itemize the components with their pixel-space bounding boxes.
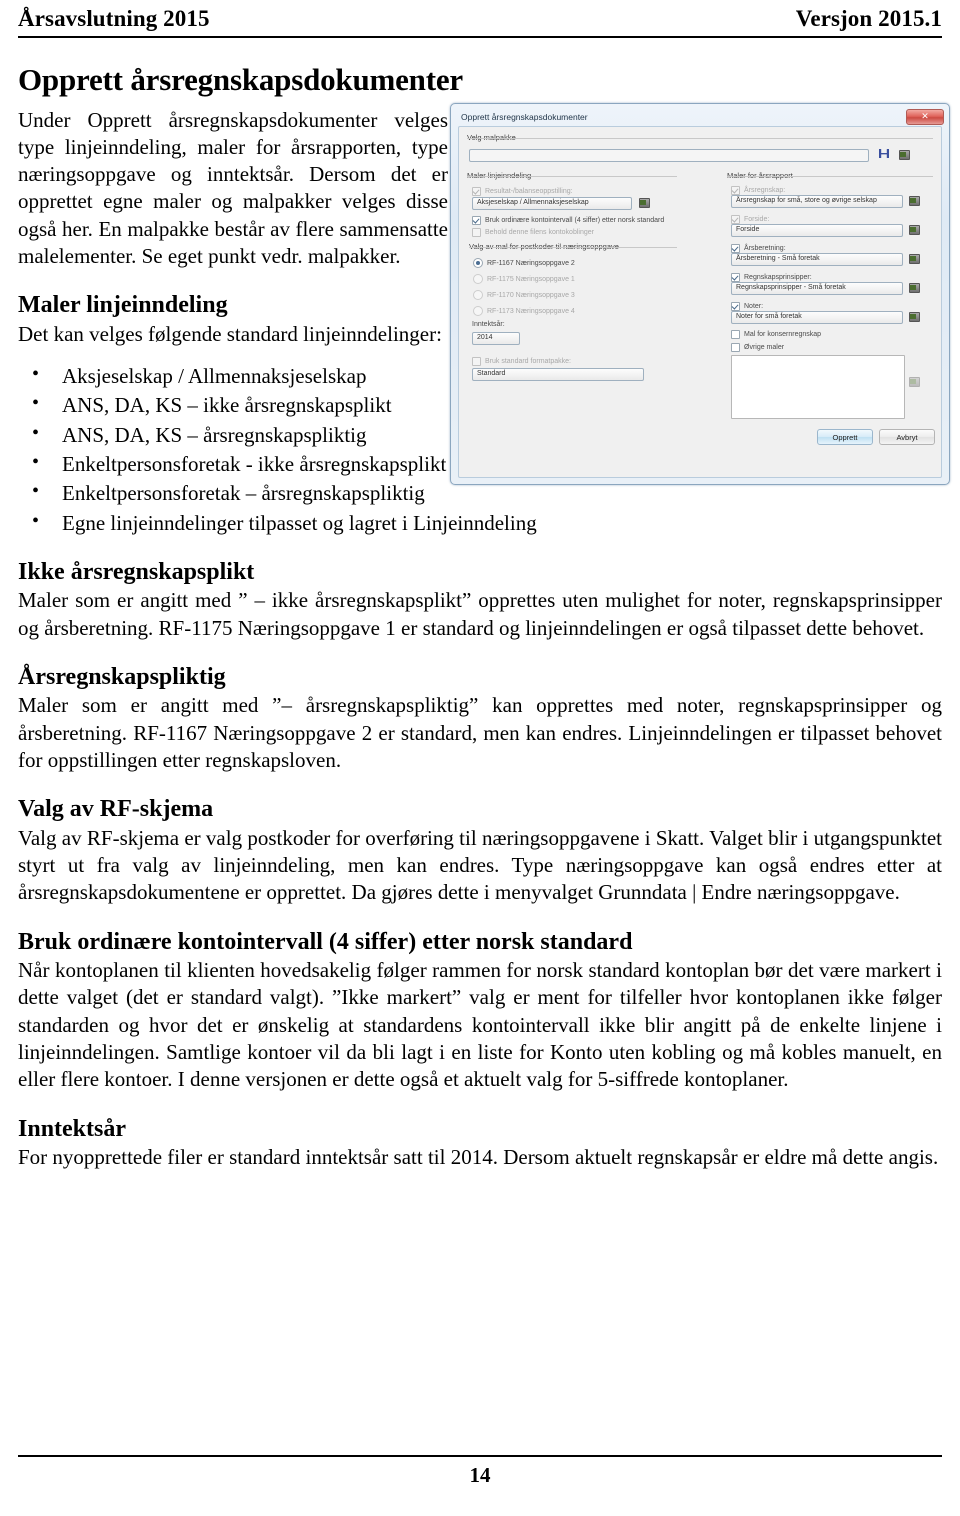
ovrige-maler-checkbox[interactable]: Øvrige maler [731,343,784,352]
regnskapsprinsipper-checkbox[interactable]: Regnskapsprinsipper: [731,273,812,282]
checkbox-icon [731,330,740,339]
heading-inntektsaar: Inntektsår [18,1115,127,1142]
postkoder-group: Valg av mal for postkoder til næringsopp… [469,242,677,252]
footer-divider [18,1455,942,1457]
page-footer: 14 [18,1455,942,1488]
radio-icon [473,306,483,316]
behold-kontokoblinger-checkbox[interactable]: Behold denne filens kontokoblinger [472,228,594,237]
group-divider [467,138,933,139]
resultat-balanse-label: Resultat-/balanseoppstilling: [485,188,573,195]
arsregnskap-checkbox[interactable]: Årsregnskap: [731,186,785,195]
forside-combo[interactable]: Forside [731,224,903,237]
arsregnskap-browse-icon[interactable] [909,194,920,206]
noter-checkbox[interactable]: Noter: [731,302,763,311]
malpakke-combo[interactable] [469,149,869,162]
radio-rf-1175-label: RF-1175 Næringsoppgave 1 [487,275,575,283]
radio-rf-1170[interactable]: RF-1170 Næringsoppgave 3 [473,290,575,300]
velg-malpakke-group: Velg malpakke [467,133,933,143]
forside-label: Forside: [744,216,770,223]
checkbox-icon [731,343,740,352]
dialog-titlebar: Opprett årsregnskapsdokumenter ✕ [454,107,946,126]
page-title: Opprett årsregnskapsdokumenter [18,62,463,97]
inntektsaar-combo[interactable]: 2014 [472,332,520,345]
radio-rf-1167[interactable]: RF-1167 Næringsoppgave 2 [473,258,575,268]
checkbox-icon [731,244,740,253]
arsberetning-label: Årsberetning: [744,245,786,252]
kontointervall-checkbox[interactable]: Bruk ordinære kontointervall (4 siffer) … [472,216,664,225]
text-inntektsaar: For nyopprettede filer er standard innte… [18,1144,939,1169]
text-valg-av-rf-skjema: Valg av RF-skjema er valg postkoder for … [18,825,942,905]
heading-arsregnskapspliktig: Årsregnskapspliktig [18,664,226,691]
noter-combo[interactable]: Noter for små foretak [731,311,903,324]
checkbox-icon [731,273,740,282]
list-item: Enkeltpersonsforetak – årsregnskapsplikt… [18,478,942,507]
regnskapsprinsipper-browse-icon[interactable] [909,281,920,293]
checkbox-icon [472,187,481,196]
text-ikke-arsregnskapsplikt: Maler som er angitt med ” – ikke årsregn… [18,588,942,640]
heading-ikke-arsregnskapsplikt: Ikke årsregnskapsplikt [18,559,255,586]
list-item: ANS, DA, KS – årsregnskapspliktig [18,420,942,449]
radio-icon [473,290,483,300]
checkbox-icon [472,228,481,237]
noter-label: Noter: [744,303,764,310]
text-maler-linjeinndeling-intro: Det kan velges følgende standard linjein… [18,321,442,346]
heading-kontointervall: Bruk ordinære kontointervall (4 siffer) … [18,928,633,955]
linjeinndeling-list: Aksjeselskap / Allmennaksjeselskap ANS, … [18,361,942,537]
radio-icon [473,274,483,284]
group-divider [469,247,677,248]
save-icon[interactable] [879,148,890,159]
header-left-title: Årsavslutning 2015 [18,6,210,31]
document-page: Årsavslutning 2015 Versjon 2015.1 Oppret… [0,0,960,1516]
radio-rf-1173[interactable]: RF-1173 Næringsoppgave 4 [473,306,575,316]
konsernregnskap-label: Mal for konsernregnskap [744,331,822,338]
forside-browse-icon[interactable] [909,223,920,235]
group-divider [467,176,677,177]
list-item: Enkeltpersonsforetak - ikke årsregnskaps… [18,449,942,478]
checkbox-icon [731,186,740,195]
list-item: Aksjeselskap / Allmennaksjeselskap [18,361,942,390]
header-right-version: Versjon 2015.1 [795,6,942,31]
header-divider [18,36,942,38]
radio-rf-1173-label: RF-1173 Næringsoppgave 4 [487,307,575,315]
inntektsaar-label: Inntektsår: [472,321,505,328]
radio-rf-1175[interactable]: RF-1175 Næringsoppgave 1 [473,274,575,284]
group-divider [727,176,933,177]
page-number: 14 [469,1463,491,1487]
ovrige-maler-label: Øvrige maler [744,344,785,351]
radio-rf-1167-label: RF-1167 Næringsoppgave 2 [487,259,575,267]
intro-paragraph: Under Opprett årsregnskapsdokumenter vel… [18,107,448,269]
arsregnskap-combo[interactable]: Årsregnskap for små, store og øvrige sel… [731,195,903,208]
checkbox-icon [472,216,481,225]
behold-kontokoblinger-label: Behold denne filens kontokoblinger [485,229,594,236]
heading-valg-av-rf-skjema: Valg av RF-skjema [18,796,214,823]
arsberetning-browse-icon[interactable] [909,252,920,264]
checkbox-icon [731,215,740,224]
maler-linjeinndeling-group: Maler linjeinndeling [467,171,677,181]
linjeinndeling-browse-icon[interactable] [639,196,650,208]
arsregnskap-label: Årsregnskap: [744,187,786,194]
text-kontointervall: Når kontoplanen til klienten hovedsakeli… [18,958,942,1092]
kontointervall-label: Bruk ordinære kontointervall (4 siffer) … [485,217,665,224]
list-item: ANS, DA, KS – ikke årsregnskapsplikt [18,390,942,419]
linjeinndeling-combo[interactable]: Aksjeselskap / Allmennaksjeselskap [472,197,632,210]
regnskapsprinsipper-combo[interactable]: Regnskapsprinsipper - Små foretak [731,282,903,295]
arsberetning-checkbox[interactable]: Årsberetning: [731,244,786,253]
checkbox-icon [731,302,740,311]
close-icon[interactable]: ✕ [906,108,944,125]
noter-browse-icon[interactable] [909,310,920,322]
resultat-balanse-checkbox[interactable]: Resultat-/balanseoppstilling: [472,187,573,196]
dialog-title: Opprett årsregnskapsdokumenter [461,111,588,122]
arsberetning-combo[interactable]: Årsberetning - Små foretak [731,253,903,266]
radio-icon [473,258,483,268]
running-header: Årsavslutning 2015 Versjon 2015.1 [18,0,942,32]
list-item: Egne linjeinndelinger tilpasset og lagre… [18,508,942,537]
konsernregnskap-checkbox[interactable]: Mal for konsernregnskap [731,330,821,339]
text-arsregnskapspliktig: Maler som er angitt med ”– årsregnskapsp… [18,693,942,773]
radio-rf-1170-label: RF-1170 Næringsoppgave 3 [487,291,575,299]
folder-icon[interactable] [899,148,910,160]
heading-maler-linjeinndeling: Maler linjeinndeling [18,292,228,319]
forside-checkbox[interactable]: Forside: [731,215,769,224]
regnskapsprinsipper-label: Regnskapsprinsipper: [744,274,812,281]
maler-arsrapport-group: Maler for årsrapport [727,171,933,181]
